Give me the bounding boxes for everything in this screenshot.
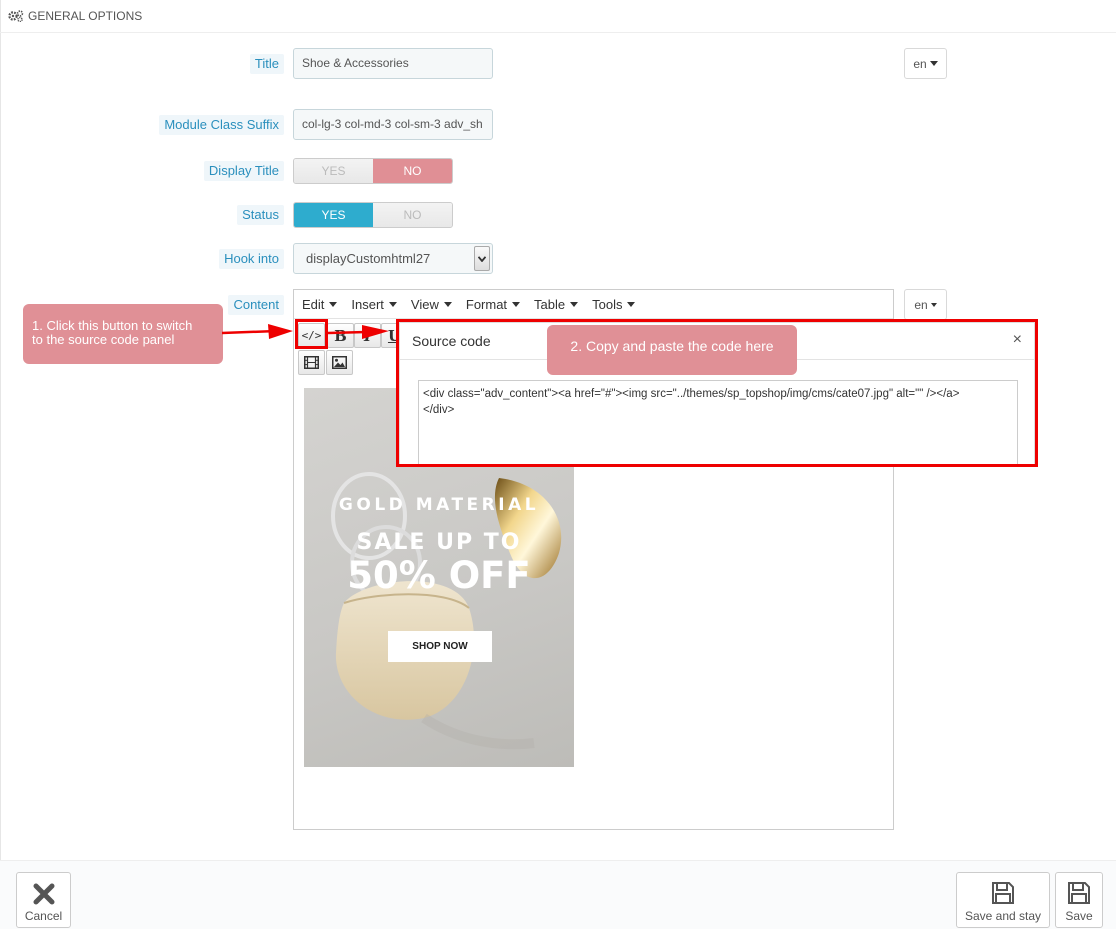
title-language-value: en — [913, 56, 927, 71]
save-and-stay-label: Save and stay — [964, 909, 1042, 923]
menu-tools[interactable]: Tools — [592, 296, 636, 312]
select-arrow-icon — [474, 246, 490, 271]
caret-down-icon — [929, 61, 938, 66]
floppy-disk-icon — [992, 882, 1014, 904]
menu-format-label: Format — [465, 296, 508, 312]
film-icon — [304, 356, 319, 369]
module-class-suffix-input[interactable]: col-lg-3 col-md-3 col-sm-3 adv_sh — [293, 109, 493, 140]
menu-table[interactable]: Table — [534, 296, 579, 312]
panel-heading-text: GENERAL OPTIONS — [28, 9, 143, 23]
caret-down-icon — [570, 301, 579, 307]
promo-line-3: 50% OFF — [347, 554, 531, 597]
step-2-text: 2. Copy and paste the code here — [570, 338, 774, 354]
hook-into-select[interactable]: displayCustomhtml27 — [293, 243, 493, 274]
promo-line-2: SALE UP TO — [356, 530, 522, 555]
panel-heading: GENERAL OPTIONS — [8, 9, 142, 23]
content-language-dropdown[interactable]: en — [904, 289, 947, 320]
promo-line-1: GOLD MATERIAL — [338, 495, 540, 515]
save-button[interactable]: Save — [1055, 872, 1103, 928]
title-language-dropdown[interactable]: en — [904, 48, 947, 79]
save-label: Save — [1065, 909, 1093, 923]
step-1-callout: 1. Click this button to switch to the so… — [23, 304, 223, 364]
save-and-stay-button[interactable]: Save and stay — [956, 872, 1050, 928]
menu-view[interactable]: View — [411, 297, 452, 312]
display-title-no-option[interactable]: NO — [373, 159, 452, 183]
menu-insert-label: Insert — [351, 296, 384, 312]
status-label: Status — [237, 205, 284, 225]
status-toggle: YES NO — [293, 202, 453, 228]
display-title-toggle: YES NO — [293, 158, 453, 184]
menu-insert[interactable]: Insert — [351, 297, 397, 312]
status-no-option[interactable]: NO — [373, 203, 452, 227]
title-label: Title — [249, 54, 284, 74]
caret-down-icon — [443, 301, 452, 307]
menu-edit-label: Edit — [302, 296, 325, 312]
display-title-label: Display Title — [203, 161, 284, 181]
caret-down-icon — [627, 301, 636, 307]
cancel-label: Cancel — [24, 909, 63, 923]
panel-footer: Cancel Save and stay Save — [0, 860, 1116, 929]
insert-image-button[interactable] — [326, 350, 353, 375]
step-2-callout: 2. Copy and paste the code here — [547, 325, 797, 375]
module-class-suffix-label: Module Class Suffix — [159, 115, 284, 135]
caret-down-icon — [512, 301, 521, 307]
step-1-line-2: to the source code panel — [32, 332, 175, 347]
cogs-icon — [8, 10, 24, 22]
hook-into-label: Hook into — [219, 249, 284, 269]
caret-down-icon — [388, 301, 397, 307]
caret-down-icon — [930, 302, 937, 307]
display-title-yes-option[interactable]: YES — [294, 159, 373, 183]
annotation-arrows — [222, 324, 389, 339]
status-yes-option[interactable]: YES — [294, 203, 373, 227]
insert-video-button[interactable] — [298, 350, 325, 375]
menu-format[interactable]: Format — [465, 296, 521, 312]
floppy-disk-icon — [1068, 882, 1090, 904]
caret-down-icon — [329, 301, 338, 307]
editor-menubar: Edit Insert View Format Table Tools — [294, 290, 893, 319]
menu-table-label: Table — [534, 296, 566, 312]
cancel-button[interactable]: Cancel — [16, 872, 71, 928]
content-language-value: en — [914, 297, 928, 312]
menu-view-label: View — [410, 296, 439, 312]
image-icon — [332, 356, 347, 369]
shop-now-button[interactable]: SHOP NOW — [388, 631, 492, 662]
heading-divider — [0, 32, 1116, 33]
title-input[interactable]: Shoe & Accessories — [293, 48, 493, 79]
content-label: Content — [228, 295, 284, 315]
menu-edit[interactable]: Edit — [302, 296, 338, 312]
step-1-line-1: 1. Click this button to switch — [32, 318, 193, 333]
close-icon — [33, 883, 54, 905]
menu-tools-label: Tools — [592, 296, 623, 312]
hook-into-value: displayCustomhtml27 — [306, 251, 431, 266]
